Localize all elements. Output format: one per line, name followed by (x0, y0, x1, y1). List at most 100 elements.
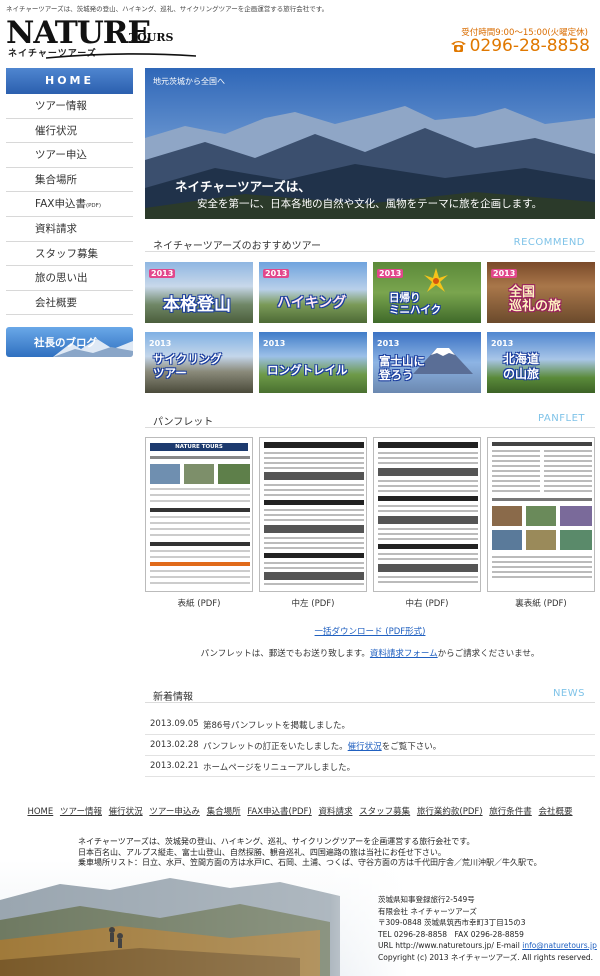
email-link[interactable]: info@naturetours.jp (522, 941, 597, 950)
logo-swoosh-icon (46, 53, 196, 59)
news-text: 第86号パンフレットを掲載しました。 (203, 721, 350, 731)
tour-card-hiking[interactable]: 2013 ハイキング (259, 262, 367, 323)
hero-banner: 地元茨城から全国へ ネイチャーツアーズは、 安全を第一に、日本各地の自然や文化、… (145, 68, 595, 219)
tour-label: サイクリング ツアー (153, 352, 222, 380)
site-logo[interactable]: NATURE TOURS ネイチャーツアーズ (6, 15, 196, 59)
tour-year: 2013 (491, 269, 518, 278)
news-title: 新着情報 (153, 692, 193, 703)
hero-heading: ネイチャーツアーズは、 (175, 179, 311, 194)
company-url-line: URL http://www.naturetours.jp/ E-mail in… (378, 940, 597, 952)
sidebar-item-label: 資料請求 (35, 222, 77, 235)
pamphlet-en-label: PANFLET (538, 413, 585, 424)
sidebar-item-label: 集合場所 (35, 173, 77, 186)
footer-link-travel-terms[interactable]: 旅行業約款(PDF) (417, 807, 483, 817)
sidebar-item-label: スタッフ募集 (35, 247, 98, 260)
status-link[interactable]: 催行状況 (348, 742, 382, 752)
hero-subtext: 安全を第一に、日本各地の自然や文化、風物をテーマに旅を企画します。 (197, 198, 543, 210)
pamphlet-caption[interactable]: 裏表紙 (PDF) (487, 597, 595, 609)
company-info-line: 有限会社 ネイチャーツアーズ (378, 906, 477, 916)
footer-link-brochure-request[interactable]: 資料請求 (318, 807, 352, 817)
tour-label: 本格登山 (163, 295, 231, 315)
footer-desc-line: 乗車場所リスト：日立、水戸、笠間方面の方は水戸IC、石岡、土浦、つくば、守谷方面… (78, 858, 542, 867)
pamphlet-caption[interactable]: 表紙 (PDF) (145, 597, 253, 609)
tour-year: 2013 (149, 269, 176, 278)
tour-year: 2013 (263, 339, 286, 348)
sidebar-item-label: FAX申込書 (35, 198, 86, 211)
news-item: 2013.09.05 第86号パンフレットを掲載しました。 (145, 714, 595, 735)
sidebar-item-tour-info[interactable]: ツアー情報 (6, 94, 133, 119)
pamphlet-cover-thumb[interactable]: NATURE TOURS (145, 437, 253, 592)
footer-link-company[interactable]: 会社概要 (539, 807, 573, 817)
footer-link-fax-form[interactable]: FAX申込書(PDF) (247, 807, 311, 817)
company-info-line: TEL 0296-28-8858 FAX 0296-28-8859 (378, 929, 524, 939)
president-blog-banner[interactable]: 社長のブログ (6, 327, 133, 358)
tour-card-long-trail[interactable]: 2013 ロングトレイル (259, 332, 367, 393)
tour-card-cycling[interactable]: 2013 サイクリング ツアー (145, 332, 253, 393)
sidebar-item-label: ツアー情報 (35, 100, 87, 112)
footer-desc-line: ネイチャーツアーズは、茨城発の登山、ハイキング、巡礼、サイクリングツアーを企画運… (78, 837, 475, 846)
news-item: 2013.02.21 ホームページをリニューアルしました。 (145, 756, 595, 777)
pamphlet-caption[interactable]: 中右 (PDF) (373, 597, 481, 609)
footer-link-home[interactable]: HOME (27, 807, 53, 817)
news-text-main: パンフレットの訂正をいたしました。 (203, 742, 348, 752)
footer-link-travel-conditions[interactable]: 旅行条件書 (489, 807, 532, 817)
tour-card-hokkaido[interactable]: 2013 北海道 の山旅 (487, 332, 595, 393)
company-info-line: 茨城県知事登録旅行2-549号 (378, 895, 475, 904)
tour-card-mountain[interactable]: 2013 本格登山 (145, 262, 253, 323)
pamphlet-page-image (264, 442, 364, 585)
news-date: 2013.02.28 (150, 740, 199, 750)
recommend-title: ネイチャーツアーズのおすすめツアー (153, 241, 321, 252)
pamphlet-caption[interactable]: 中左 (PDF) (259, 597, 367, 609)
footer-description: ネイチャーツアーズは、茨城発の登山、ハイキング、巡礼、サイクリングツアーを企画運… (78, 837, 542, 869)
sidebar-nav: HOME ツアー情報 催行状況 ツアー申込 集合場所 FAX申込書(PDF) 資… (6, 68, 133, 358)
tour-label: ロングトレイル (267, 363, 348, 377)
tour-year: 2013 (263, 269, 290, 278)
phone-number: 0296-28-8858 (450, 36, 590, 56)
sidebar-item-brochure-request[interactable]: 資料請求 (6, 217, 133, 242)
news-en-label: NEWS (552, 688, 585, 699)
bulk-download-link[interactable]: 一括ダウンロード (PDF形式) (145, 625, 595, 637)
pamphlet-inner-left-thumb[interactable] (259, 437, 367, 592)
company-info-line: 〒309-0848 茨城県筑西市幸町3丁目15の3 (378, 918, 526, 927)
sidebar-item-status[interactable]: 催行状況 (6, 119, 133, 144)
footer-link-status[interactable]: 催行状況 (109, 807, 143, 817)
sidebar-item-label: 旅の思い出 (35, 272, 88, 285)
sidebar-item-company[interactable]: 会社概要 (6, 291, 133, 316)
sidebar-item-staff-recruit[interactable]: スタッフ募集 (6, 242, 133, 267)
pamphlet-page-image (378, 442, 478, 583)
tour-label: 全国 巡礼の旅 (509, 285, 562, 314)
sidebar-item-memories[interactable]: 旅の思い出 (6, 266, 133, 291)
news-header: 新着情報 NEWS (145, 683, 595, 703)
sidebar-item-meeting-place[interactable]: 集合場所 (6, 168, 133, 193)
footer-link-tour-info[interactable]: ツアー情報 (60, 807, 102, 817)
tour-label: 日帰り ミニハイク (389, 292, 442, 316)
footer-desc-line: 日本百名山、アルプス縦走、富士山登山、自然探勝、観音巡礼、四国遍路の旅は当社にお… (78, 847, 446, 857)
hero-tagline: 地元茨城から全国へ (153, 77, 225, 86)
sidebar-item-home[interactable]: HOME (6, 68, 133, 94)
pamphlet-inner-right-thumb[interactable] (373, 437, 481, 592)
news-text-after: をご覧下さい。 (381, 742, 442, 752)
pamphlet-note: パンフレットは、郵送でもお送り致します。資料請求フォームからご請求くださいませ。 (145, 647, 595, 659)
pamphlet-page-image (150, 456, 250, 584)
footer-nav: HOME ツアー情報 催行状況 ツアー申込み 集合場所 FAX申込書(PDF) … (0, 805, 600, 817)
tour-card-pilgrimage[interactable]: 2013 全国 巡礼の旅 (487, 262, 595, 323)
footer-link-apply[interactable]: ツアー申込み (149, 807, 200, 817)
brochure-request-form-link[interactable]: 資料請求フォーム (370, 649, 438, 659)
pamphlet-back-cover-thumb[interactable] (487, 437, 595, 592)
sidebar-item-label: 会社概要 (35, 296, 77, 309)
logo-tours-text: TOURS (129, 31, 174, 44)
company-url-text: URL http://www.naturetours.jp/ E-mail (378, 941, 523, 950)
tour-card-mt-fuji[interactable]: 2013 富士山に 登ろう (373, 332, 481, 393)
tour-card-day-hike[interactable]: 2013 日帰り ミニハイク (373, 262, 481, 323)
news-text: ホームページをリニューアルしました。 (203, 763, 356, 773)
pamphlet-cover-title: NATURE TOURS (150, 443, 248, 451)
footer-link-staff-recruit[interactable]: スタッフ募集 (359, 807, 410, 817)
tour-year: 2013 (491, 339, 514, 348)
footer-link-meeting-place[interactable]: 集合場所 (207, 807, 241, 817)
news-date: 2013.09.05 (150, 719, 199, 729)
tour-year: 2013 (149, 339, 172, 348)
sidebar-item-apply[interactable]: ツアー申込 (6, 143, 133, 168)
pamphlet-page-image (492, 442, 592, 578)
sidebar-item-fax-form[interactable]: FAX申込書(PDF) (6, 192, 133, 217)
pamphlet-note-before: パンフレットは、郵送でもお送り致します。 (200, 649, 370, 659)
